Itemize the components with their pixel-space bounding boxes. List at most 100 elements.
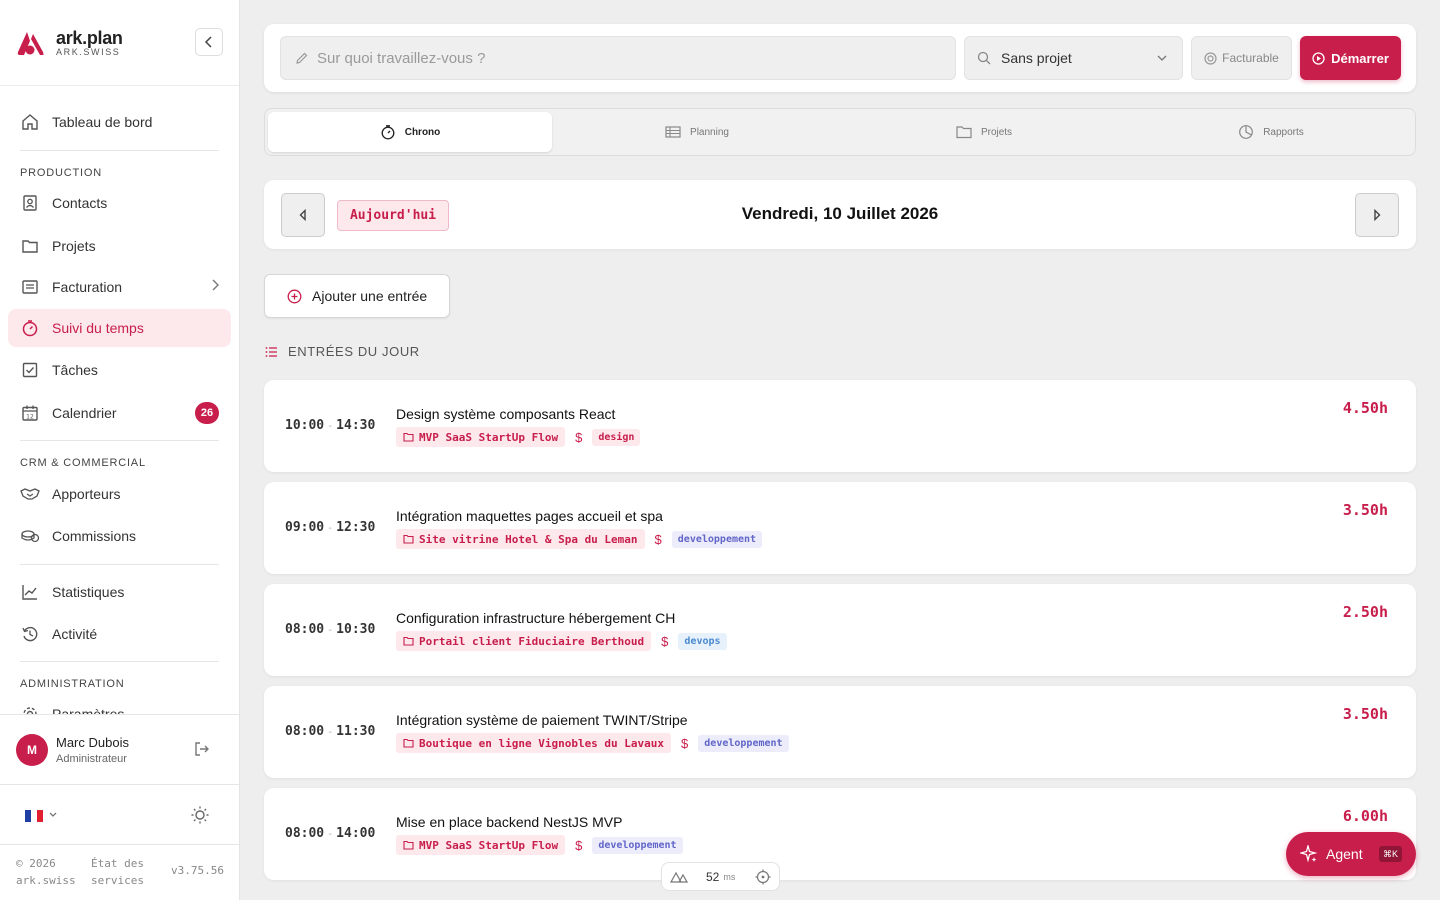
- billable-toggle[interactable]: Facturable: [1191, 36, 1292, 80]
- task-description-input[interactable]: [317, 49, 917, 67]
- next-day-button[interactable]: [1355, 193, 1399, 237]
- collapse-sidebar-button[interactable]: [195, 28, 223, 56]
- section-crm: CRM & COMMERCIAL: [20, 457, 146, 469]
- entry-meta: Site vitrine Hotel & Spa du Leman $ deve…: [396, 529, 763, 549]
- billable-dollar-icon: $: [575, 429, 583, 445]
- divider: [20, 440, 219, 441]
- chevron-down-icon: [1156, 54, 1168, 62]
- tab-planning[interactable]: Planning: [555, 112, 839, 152]
- sidebar-item-label: Projets: [52, 238, 96, 254]
- entry-description: Mise en place backend NestJS MVP: [396, 814, 623, 830]
- add-entry-label: Ajouter une entrée: [312, 288, 428, 304]
- entry-description: Intégration système de paiement TWINT/St…: [396, 712, 688, 728]
- perf-value: 52: [706, 869, 720, 884]
- date-navigator: Aujourd'hui Vendredi, 10 Juillet 2026: [264, 180, 1416, 249]
- start-timer-button[interactable]: Démarrer: [1300, 36, 1401, 80]
- status-line: services: [91, 874, 144, 887]
- task-input-wrapper[interactable]: [280, 36, 956, 80]
- plus-circle-icon: [287, 289, 302, 303]
- sidebar-item-dashboard[interactable]: Tableau de bord: [8, 103, 231, 141]
- calendar-icon: 12: [20, 403, 40, 423]
- entry-meta: MVP SaaS StartUp Flow $ design: [396, 427, 641, 447]
- entry-duration: 6.00h: [1342, 807, 1388, 825]
- language-flag-fr[interactable]: [25, 810, 43, 822]
- user-profile[interactable]: M Marc Dubois Administrateur: [0, 714, 239, 784]
- entries-title: ENTRÉES DU JOUR: [288, 344, 420, 359]
- entry-start: 08:00: [285, 724, 325, 739]
- stopwatch-icon: [380, 124, 396, 140]
- sidebar-item-label: Activité: [52, 626, 98, 642]
- entry-meta: Boutique en ligne Vignobles du Lavaux $ …: [396, 733, 789, 753]
- add-entry-button[interactable]: Ajouter une entrée: [264, 274, 450, 318]
- sidebar-item-label: Contacts: [52, 195, 108, 211]
- sidebar-item-label: Apporteurs: [52, 486, 121, 502]
- category-tag: developpement: [592, 836, 683, 854]
- project-tag[interactable]: Portail client Fiduciaire Berthoud: [396, 631, 652, 651]
- play-circle-icon: [1312, 51, 1325, 65]
- time-entry[interactable]: 08:00-10:30 Configuration infrastructure…: [264, 584, 1416, 676]
- sidebar-item-statistics[interactable]: Statistiques: [8, 573, 231, 611]
- service-status-link[interactable]: État des services: [91, 855, 144, 889]
- entry-duration: 4.50h: [1342, 399, 1388, 417]
- time-entry[interactable]: 08:00-11:30 Intégration système de paiem…: [264, 686, 1416, 778]
- perf-widget[interactable]: 52 ms: [661, 862, 780, 891]
- section-production: PRODUCTION: [20, 167, 102, 179]
- project-tag[interactable]: MVP SaaS StartUp Flow: [396, 427, 566, 447]
- user-role: Administrateur: [56, 752, 127, 765]
- sidebar-item-referrers[interactable]: Apporteurs: [8, 475, 231, 513]
- copyright-line: ark.swiss: [16, 874, 76, 887]
- entry-start: 09:00: [285, 520, 325, 535]
- sidebar-item-activity[interactable]: Activité: [8, 615, 231, 653]
- table-icon: [665, 125, 681, 139]
- coins-icon: [20, 526, 40, 546]
- history-icon: [20, 624, 40, 644]
- date-title: Vendredi, 10 Juillet 2026: [741, 204, 939, 223]
- start-label: Démarrer: [1331, 50, 1389, 66]
- sidebar-item-time-tracking[interactable]: Suivi du temps: [8, 309, 231, 347]
- project-tag[interactable]: MVP SaaS StartUp Flow: [396, 835, 566, 855]
- theme-toggle-sun-icon[interactable]: [190, 805, 210, 825]
- sidebar-item-projects[interactable]: Projets: [8, 227, 231, 265]
- time-entry[interactable]: 10:00-14:30 Design système composants Re…: [264, 380, 1416, 472]
- time-entry[interactable]: 09:00-12:30 Intégration maquettes pages …: [264, 482, 1416, 574]
- agent-label: Agent: [1326, 846, 1363, 862]
- sidebar-item-tasks[interactable]: Tâches: [8, 351, 231, 389]
- time-entry[interactable]: 08:00-14:00 Mise en place backend NestJS…: [264, 788, 1416, 880]
- entry-meta: Portail client Fiduciaire Berthoud $ dev…: [396, 631, 727, 651]
- tab-label: Rapports: [1263, 126, 1304, 138]
- timer-bar: Sans projet Facturable Démarrer: [264, 24, 1416, 92]
- entry-time-range: 08:00-10:30: [285, 622, 375, 637]
- project-select[interactable]: Sans projet: [964, 36, 1183, 80]
- folder-icon: [403, 840, 414, 850]
- divider: [20, 150, 219, 151]
- sidebar-item-label: Tableau de bord: [52, 114, 153, 130]
- home-icon: [20, 112, 40, 132]
- tab-chrono[interactable]: Chrono: [268, 112, 552, 152]
- entry-end: 14:00: [336, 826, 376, 841]
- agent-button[interactable]: Agent ⌘K: [1286, 832, 1416, 876]
- entry-duration: 2.50h: [1342, 603, 1388, 621]
- entry-end: 14:30: [336, 418, 376, 433]
- app-version: v3.75.56: [171, 864, 224, 877]
- chevron-down-icon[interactable]: [48, 811, 58, 819]
- entry-end: 11:30: [336, 724, 376, 739]
- app-name: ark.plan: [56, 27, 123, 48]
- tab-reports[interactable]: Rapports: [1129, 112, 1413, 152]
- billable-dollar-icon: $: [661, 633, 669, 649]
- billable-dollar-icon: $: [654, 531, 662, 547]
- crosshair-icon[interactable]: [755, 869, 771, 885]
- logo-icon: [17, 31, 44, 55]
- sidebar-item-contacts[interactable]: Contacts: [8, 184, 231, 222]
- folder-icon: [403, 738, 414, 748]
- sidebar-item-commissions[interactable]: Commissions: [8, 517, 231, 555]
- sidebar-item-calendar[interactable]: 12 Calendrier 26: [8, 394, 231, 432]
- copyright-line: © 2026: [16, 857, 56, 870]
- sidebar-item-settings[interactable]: Paramètres: [8, 695, 231, 714]
- logout-button[interactable]: [193, 740, 211, 758]
- sidebar-item-label: Tâches: [52, 362, 98, 378]
- project-name: Site vitrine Hotel & Spa du Leman: [419, 532, 638, 546]
- tab-projects[interactable]: Projets: [842, 112, 1126, 152]
- project-tag[interactable]: Boutique en ligne Vignobles du Lavaux: [396, 733, 672, 753]
- sidebar-item-billing[interactable]: Facturation: [8, 268, 231, 306]
- project-tag[interactable]: Site vitrine Hotel & Spa du Leman: [396, 529, 645, 549]
